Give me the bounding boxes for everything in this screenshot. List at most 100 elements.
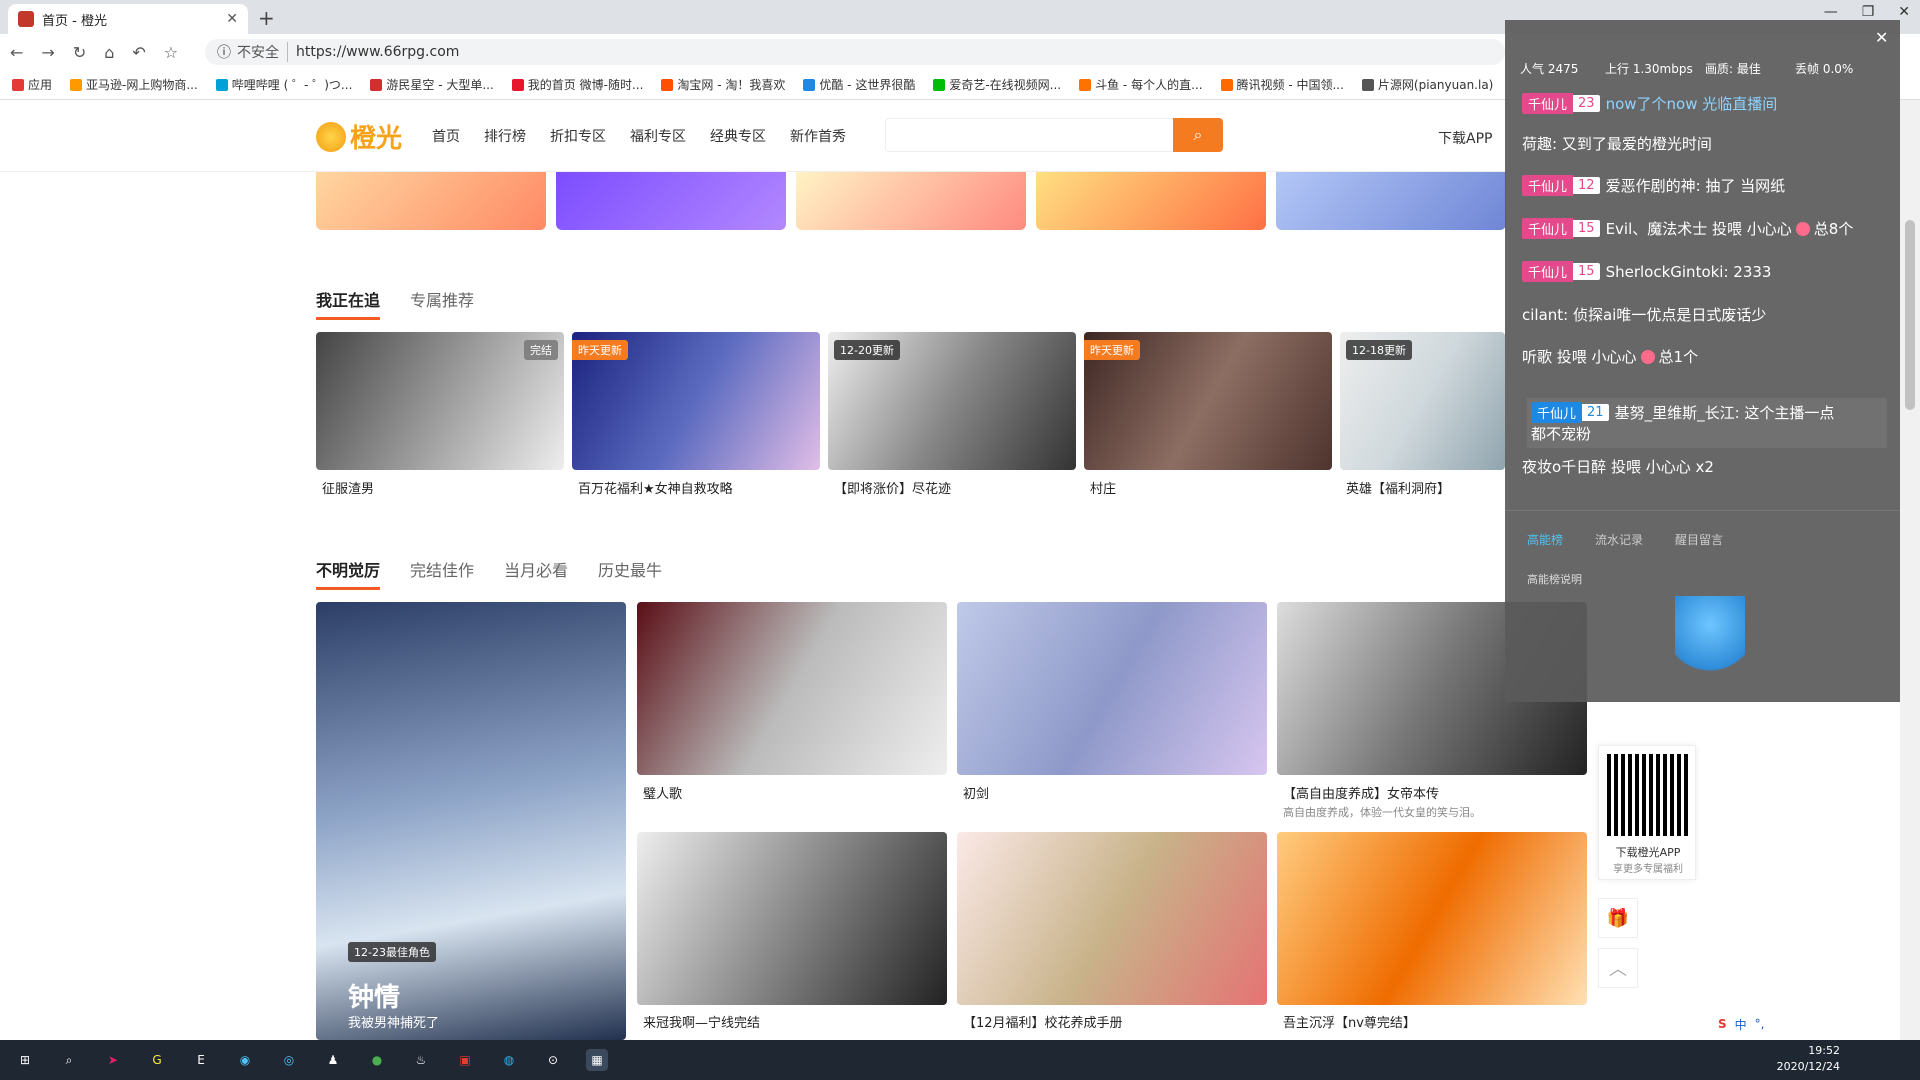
card-title[interactable]: 【高自由度养成】女帝本传 (1283, 783, 1439, 802)
card-badge: 12-20更新 (834, 340, 900, 360)
nav-ranking[interactable]: 排行榜 (484, 126, 526, 146)
system-clock[interactable]: 19:52 2020/12/24 (1777, 1043, 1840, 1075)
card-title[interactable]: 村庄 (1090, 478, 1116, 497)
banner-2[interactable] (556, 172, 786, 230)
bookmark-item[interactable]: 哔哩哔哩 ( ゜- ゜)つ... (215, 76, 352, 93)
game-card[interactable] (1277, 832, 1587, 1005)
forward-icon[interactable]: → (41, 43, 54, 62)
card-title[interactable]: 初剑 (963, 783, 989, 802)
nav-classic[interactable]: 经典专区 (710, 126, 766, 146)
tab-completed[interactable]: 完结佳作 (410, 557, 474, 590)
page-scrollbar[interactable] (1900, 100, 1920, 1040)
tab-super-chat[interactable]: 醒目留言 (1675, 531, 1723, 548)
close-tab-icon[interactable]: ✕ (226, 11, 238, 27)
bookmark-item[interactable]: 片源网(pianyuan.la) (1361, 76, 1493, 93)
download-qr-box[interactable]: 下载橙光APP 享更多专属福利 (1598, 745, 1696, 880)
card-title[interactable]: 【即将涨价】尽花迹 (834, 478, 951, 497)
site-logo[interactable]: 橙光 (316, 118, 402, 155)
tab-recommended[interactable]: 专属推荐 (410, 287, 474, 320)
bookmark-item[interactable]: 斗鱼 - 每个人的直... (1079, 76, 1203, 93)
feature-card[interactable]: 12-23最佳角色 钟情 我被男神捕死了 (316, 602, 626, 1040)
search-button[interactable]: ⌕ (1173, 118, 1223, 152)
nav-discount[interactable]: 折扣专区 (550, 126, 606, 146)
star-icon[interactable]: ☆ (164, 43, 178, 62)
bookmark-item[interactable]: 淘宝网 - 淘！我喜欢 (661, 76, 785, 93)
card-title[interactable]: 吾主沉浮【nv尊完结】 (1283, 1012, 1416, 1031)
steam-icon[interactable]: ♨ (410, 1049, 432, 1071)
app-icon[interactable]: ◎ (278, 1049, 300, 1071)
url-text[interactable]: https://www.66rpg.com (296, 44, 459, 60)
card-title[interactable]: 璧人歌 (643, 783, 682, 802)
game-card[interactable] (637, 602, 947, 775)
card-title[interactable]: 来冠我啊—宁线完结 (643, 1012, 760, 1031)
live-chat-overlay: 人气 2475 上行 1.30mbps 画质: 最佳 丢帧 0.0% ✕ 千仙儿… (1505, 20, 1900, 702)
bookmark-item[interactable]: 爱奇艺-在线视频网... (933, 76, 1061, 93)
energy-help[interactable]: 高能榜说明 (1527, 571, 1582, 587)
tab-following[interactable]: 我正在追 (316, 287, 381, 320)
tab-energy-rank[interactable]: 高能榜 (1527, 531, 1563, 548)
qq-icon[interactable]: ♟ (322, 1049, 344, 1071)
app-icon[interactable]: G (146, 1049, 168, 1071)
nav-new[interactable]: 新作首秀 (790, 126, 846, 146)
minimize-icon[interactable]: — (1824, 4, 1838, 20)
game-card[interactable]: 昨天更新 (1084, 332, 1332, 470)
app-icon[interactable]: ▣ (454, 1049, 476, 1071)
game-card[interactable]: 昨天更新 (572, 332, 820, 470)
address-bar[interactable]: ⓘ 不安全 https://www.66rpg.com (205, 39, 1505, 65)
nav-welfare[interactable]: 福利专区 (630, 126, 686, 146)
nav-home[interactable]: 首页 (432, 126, 460, 146)
scrollbar-thumb[interactable] (1905, 220, 1915, 410)
home-icon[interactable]: ⌂ (104, 43, 114, 62)
app-icon[interactable]: ◉ (234, 1049, 256, 1071)
info-icon[interactable]: ⓘ (217, 42, 231, 62)
chrome-icon[interactable]: ● (366, 1049, 388, 1071)
card-title[interactable]: 【12月福利】校花养成手册 (963, 1012, 1123, 1031)
back-icon[interactable]: ← (10, 43, 23, 62)
app-icon[interactable]: ➤ (102, 1049, 124, 1071)
tab-all-time[interactable]: 历史最牛 (598, 557, 662, 590)
windows-start-icon[interactable]: ⊞ (14, 1049, 36, 1071)
card-title[interactable]: 百万花福利★女神自救攻略 (578, 478, 733, 497)
ime-punct[interactable]: °, (1755, 1017, 1765, 1031)
epic-icon[interactable]: E (190, 1049, 212, 1071)
undo-icon[interactable]: ↶ (132, 43, 145, 62)
card-title[interactable]: 英雄【福利洞府】 (1346, 478, 1450, 497)
app-icon[interactable]: ▦ (586, 1049, 608, 1071)
search-input[interactable] (885, 118, 1175, 152)
new-tab-icon[interactable]: + (258, 6, 275, 30)
download-app-link[interactable]: 下载APP (1438, 128, 1492, 148)
bookmark-item[interactable]: 我的首页 微博-随时... (511, 76, 643, 93)
tab-monthly[interactable]: 当月必看 (504, 557, 568, 590)
reload-icon[interactable]: ↻ (73, 43, 86, 62)
banner-announcement[interactable] (1276, 172, 1506, 230)
search-icon[interactable]: ⌕ (58, 1049, 80, 1071)
bookmark-item[interactable]: 亚马逊-网上购物商... (70, 76, 198, 93)
ime-lang[interactable]: 中 (1735, 1016, 1747, 1033)
bookmark-item[interactable]: 游民星空 - 大型单... (370, 76, 494, 93)
game-card[interactable]: 12-20更新 (828, 332, 1076, 470)
game-card[interactable]: 完结 (316, 332, 564, 470)
tab-homepage[interactable]: 首页 - 橙光 ✕ (8, 4, 248, 34)
ime-toolbar[interactable]: S 中 °, (1712, 1012, 1771, 1036)
game-card[interactable] (957, 832, 1267, 1005)
app-icon[interactable]: ⊙ (542, 1049, 564, 1071)
gift-icon[interactable]: 🎁 (1598, 898, 1638, 938)
bookmark-item[interactable]: 腾讯视频 - 中国领... (1220, 76, 1344, 93)
tab-flow-record[interactable]: 流水记录 (1595, 531, 1643, 548)
close-window-icon[interactable]: ✕ (1898, 4, 1910, 20)
bookmark-item[interactable]: 优酷 - 这世界很酷 (803, 76, 915, 93)
tab-title: 首页 - 橙光 (42, 13, 107, 29)
close-overlay-icon[interactable]: ✕ (1875, 28, 1888, 47)
back-to-top-icon[interactable]: ︿ (1598, 948, 1638, 988)
tab-amazing[interactable]: 不明觉厉 (316, 557, 381, 590)
card-title[interactable]: 征服渣男 (322, 478, 374, 497)
banner-3[interactable] (796, 172, 1026, 230)
banner-4[interactable] (1036, 172, 1266, 230)
bookmark-item[interactable]: 应用 (12, 76, 52, 93)
game-card[interactable] (957, 602, 1267, 775)
app-icon[interactable]: ◍ (498, 1049, 520, 1071)
game-card[interactable]: 12-18更新 (1340, 332, 1505, 470)
banner-1[interactable] (316, 172, 546, 230)
game-card[interactable] (637, 832, 947, 1005)
restore-icon[interactable]: ❐ (1862, 4, 1875, 20)
